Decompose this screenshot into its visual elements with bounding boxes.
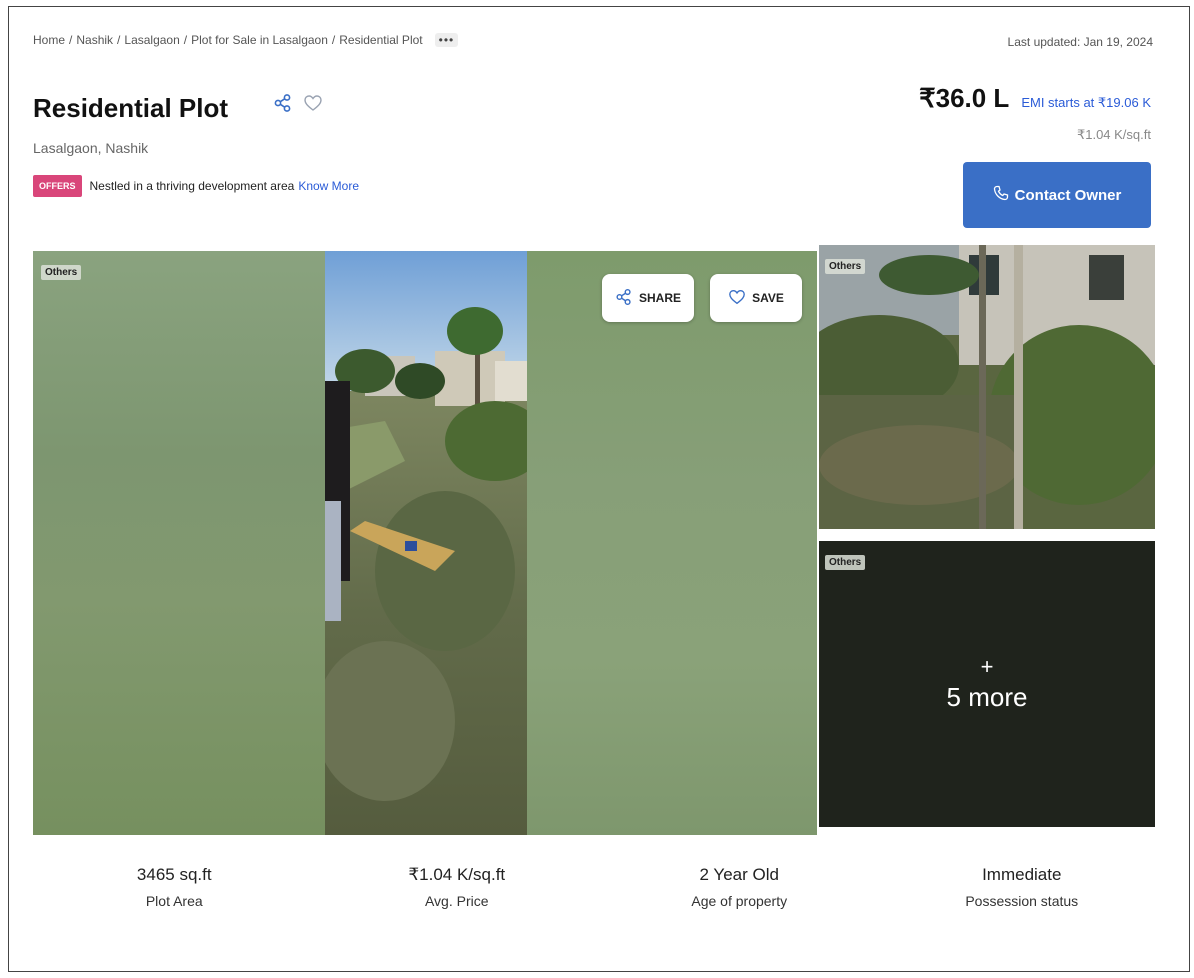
more-options-icon[interactable]: •••	[434, 33, 459, 47]
main-photo[interactable]: Others SHARE SAVE	[33, 251, 817, 835]
thumbnail-photo[interactable]: Others	[819, 245, 1155, 529]
phone-icon	[993, 185, 1009, 205]
offers-badge: OFFERS	[33, 175, 82, 197]
title-actions	[273, 93, 323, 118]
price-per-sqft: ₹1.04 K/sq.ft	[1076, 127, 1151, 142]
photo-tag: Others	[825, 555, 866, 570]
stat-possession: Immediate Possession status	[881, 865, 1164, 909]
stat-age: 2 Year Old Age of property	[598, 865, 881, 909]
offers-text: Nestled in a thriving development area	[89, 179, 295, 193]
location-text: Lasalgaon, Nashik	[33, 140, 149, 156]
emi-link[interactable]: EMI starts at ₹19.06 K	[1021, 95, 1151, 111]
more-photos-label: 5 more	[946, 681, 1028, 712]
stat-plot-area: 3465 sq.ft Plot Area	[33, 865, 316, 909]
stat-label: Possession status	[965, 893, 1079, 909]
plus-icon: +	[980, 653, 994, 679]
breadcrumb-category[interactable]: Plot for Sale in Lasalgaon	[191, 33, 328, 47]
offers-row: OFFERS Nestled in a thriving development…	[33, 175, 359, 197]
share-icon	[615, 288, 633, 309]
heart-icon	[728, 288, 746, 309]
contact-owner-label: Contact Owner	[1014, 186, 1122, 204]
photo-blur-right	[527, 251, 817, 835]
page-title: Residential Plot	[33, 93, 229, 123]
save-label: SAVE	[752, 291, 784, 305]
breadcrumb-home[interactable]: Home	[33, 33, 65, 47]
know-more-link[interactable]: Know More	[298, 179, 359, 193]
stat-value: 3465 sq.ft	[136, 865, 212, 884]
photo-tag: Others	[825, 259, 866, 274]
heart-icon[interactable]	[303, 93, 323, 118]
breadcrumb-current: Residential Plot	[339, 33, 423, 47]
stat-label: Plot Area	[145, 893, 203, 909]
photo-blur-left	[33, 251, 325, 835]
page-frame: Home / Nashik / Lasalgaon / Plot for Sale i…	[8, 6, 1190, 972]
price-row: ₹36.0 L EMI starts at ₹19.06 K	[919, 83, 1151, 114]
share-button[interactable]: SHARE	[602, 274, 694, 322]
contact-owner-button[interactable]: Contact Owner	[963, 162, 1151, 228]
property-stats: 3465 sq.ft Plot Area ₹1.04 K/sq.ft Avg. …	[33, 865, 1163, 909]
stat-value: 2 Year Old	[699, 865, 779, 884]
stat-value: Immediate	[982, 865, 1062, 884]
stat-label: Avg. Price	[424, 893, 489, 909]
stat-avg-price: ₹1.04 K/sq.ft Avg. Price	[316, 865, 599, 909]
breadcrumb-city[interactable]: Nashik	[76, 33, 113, 47]
photo-tag: Others	[41, 265, 82, 280]
breadcrumb: Home / Nashik / Lasalgaon / Plot for Sale i…	[33, 33, 459, 47]
plot-photo	[325, 251, 527, 835]
share-label: SHARE	[638, 291, 681, 305]
breadcrumb-locality[interactable]: Lasalgaon	[124, 33, 179, 47]
share-icon[interactable]	[273, 93, 293, 118]
last-updated: Last updated: Jan 19, 2024	[1007, 35, 1153, 49]
more-photos-tile[interactable]: Others + 5 more	[819, 541, 1155, 827]
price: ₹36.0 L	[919, 83, 1010, 113]
stat-value: ₹1.04 K/sq.ft	[408, 865, 506, 884]
save-button[interactable]: SAVE	[710, 274, 802, 322]
stat-label: Age of property	[691, 893, 788, 909]
